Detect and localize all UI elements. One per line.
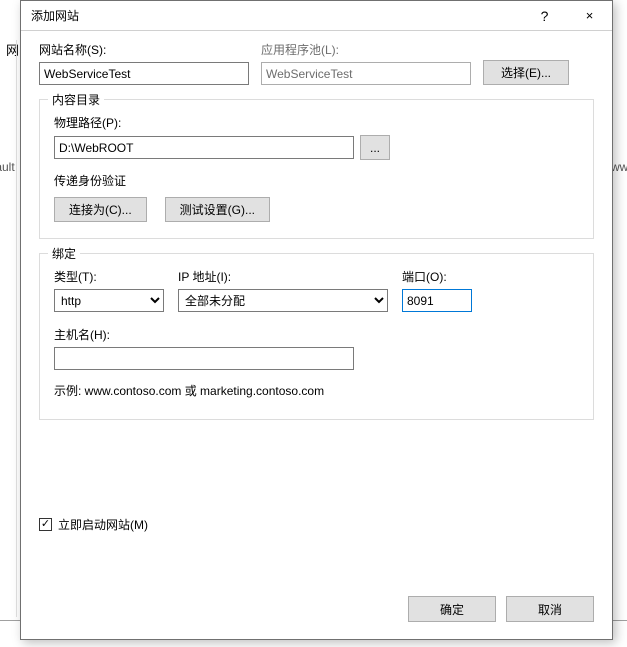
- close-icon: ×: [586, 8, 594, 23]
- site-name-input[interactable]: [39, 62, 249, 85]
- cancel-label: 取消: [538, 601, 562, 618]
- test-settings-label: 测试设置(G)...: [180, 201, 255, 218]
- binding-type-select[interactable]: http: [54, 289, 164, 312]
- ip-address-select[interactable]: 全部未分配: [178, 289, 388, 312]
- close-button[interactable]: ×: [567, 1, 612, 31]
- bg-divider: [16, 40, 17, 617]
- dialog-footer: 确定 取消: [21, 591, 612, 639]
- ellipsis-icon: ...: [370, 141, 380, 155]
- cancel-button[interactable]: 取消: [506, 596, 594, 622]
- physical-path-label: 物理路径(P):: [54, 114, 579, 131]
- autostart-label: 立即启动网站(M): [58, 516, 148, 533]
- content-directory-group: 内容目录 物理路径(P): ... 传递身份验证 连接为(C)... 测试设置(…: [39, 99, 594, 239]
- check-icon: ✓: [41, 519, 50, 530]
- select-app-pool-label: 选择(E)...: [501, 64, 551, 81]
- bg-right-text: wwro: [611, 160, 627, 174]
- help-icon: ?: [541, 8, 549, 24]
- browse-path-button[interactable]: ...: [360, 135, 390, 160]
- dialog-title: 添加网站: [31, 7, 522, 24]
- hostname-label: 主机名(H):: [54, 326, 579, 343]
- hostname-input[interactable]: [54, 347, 354, 370]
- bg-title-fragment: 网: [6, 40, 19, 59]
- autostart-checkbox-row[interactable]: ✓ 立即启动网站(M): [39, 516, 148, 533]
- port-input[interactable]: [402, 289, 472, 312]
- dialog-content: 网站名称(S): 应用程序池(L): 选择(E)... 内容目录 物理路径(P)…: [21, 31, 612, 591]
- binding-type-label: 类型(T):: [54, 268, 164, 285]
- help-button[interactable]: ?: [522, 1, 567, 31]
- connect-as-button[interactable]: 连接为(C)...: [54, 197, 147, 222]
- ip-address-label: IP 地址(I):: [178, 268, 388, 285]
- app-pool-label: 应用程序池(L):: [261, 41, 471, 58]
- port-label: 端口(O):: [402, 268, 472, 285]
- physical-path-input[interactable]: [54, 136, 354, 159]
- test-settings-button[interactable]: 测试设置(G)...: [165, 197, 270, 222]
- ok-button[interactable]: 确定: [408, 596, 496, 622]
- app-pool-input: [261, 62, 471, 85]
- select-app-pool-button[interactable]: 选择(E)...: [483, 60, 569, 85]
- binding-legend: 绑定: [48, 245, 80, 262]
- autostart-checkbox[interactable]: ✓: [39, 518, 52, 531]
- content-directory-legend: 内容目录: [48, 91, 104, 108]
- ok-label: 确定: [440, 601, 464, 618]
- connect-as-label: 连接为(C)...: [69, 201, 132, 218]
- add-website-dialog: 添加网站 ? × 网站名称(S): 应用程序池(L): 选择(E)... 内容目…: [20, 0, 613, 640]
- bg-left-text: fault: [0, 160, 15, 174]
- binding-group: 绑定 类型(T): http IP 地址(I): 全部未分配 端口(O):: [39, 253, 594, 420]
- passthrough-auth-label: 传递身份验证: [54, 172, 579, 189]
- hostname-example: 示例: www.contoso.com 或 marketing.contoso.…: [54, 382, 579, 399]
- site-name-label: 网站名称(S):: [39, 41, 249, 58]
- titlebar: 添加网站 ? ×: [21, 1, 612, 31]
